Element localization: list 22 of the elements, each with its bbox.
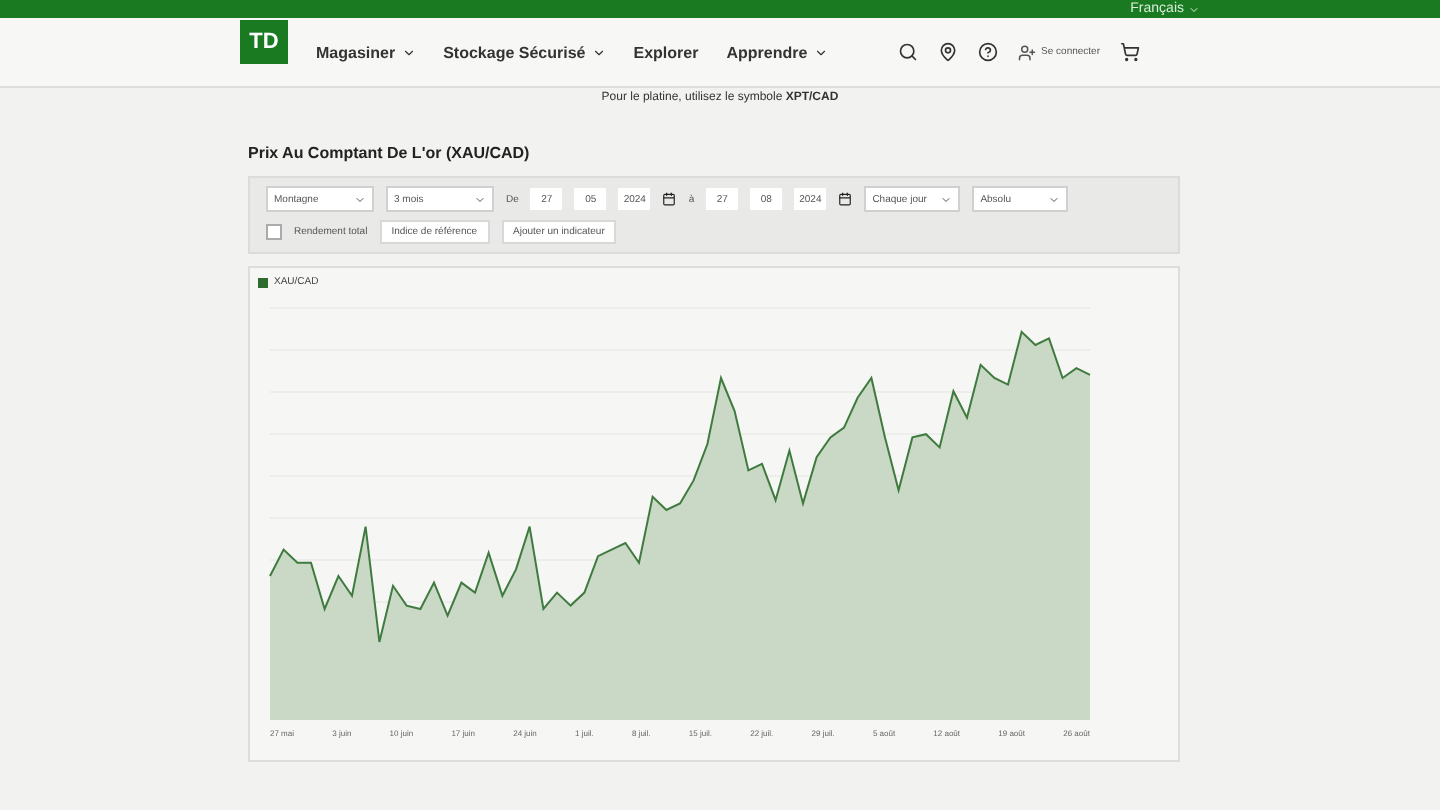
total-return-checkbox[interactable] [266,224,282,240]
page-title: Prix Au Comptant De L'or (XAU/CAD) [248,144,532,162]
caret-icon [591,45,606,59]
nav-item[interactable]: Magasiner [316,43,416,61]
help-icon[interactable] [977,42,998,62]
caret-icon [401,45,416,59]
calendar-icon[interactable] [838,192,853,206]
cart-icon[interactable] [1120,42,1140,62]
nav-item[interactable]: Stockage Sécurisé [443,43,606,61]
location-pin-icon[interactable] [937,42,958,62]
caret-icon [474,193,486,205]
caret-icon [1048,193,1061,205]
logo[interactable]: TD [240,20,288,64]
caret-icon [813,45,828,59]
caret-icon [940,193,953,205]
caret-icon [1188,3,1200,15]
user-plus-icon [1017,43,1036,61]
calendar-icon[interactable] [662,192,677,206]
nav-item[interactable]: Explorer [633,43,699,61]
search-icon[interactable] [897,42,918,62]
nav-item[interactable]: Apprendre [726,43,828,61]
caret-icon [354,193,366,205]
